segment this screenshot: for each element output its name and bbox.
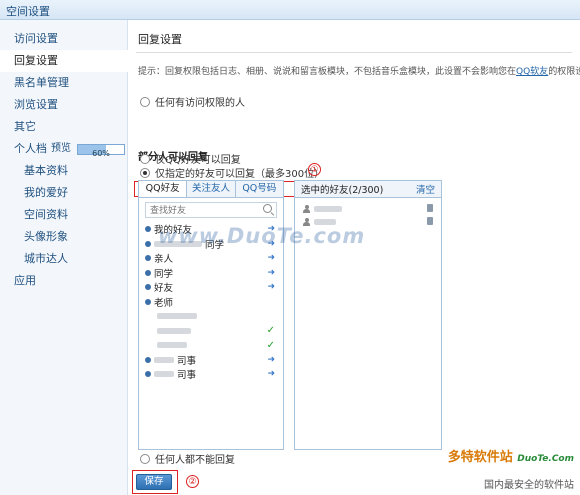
window-title: 空间设置 — [0, 0, 580, 20]
group-label: 亲人 — [154, 254, 174, 266]
option-qq-friends[interactable]: 仅QQ好友可以回复 — [140, 151, 241, 166]
group-row[interactable]: 司事 ➜ — [139, 367, 283, 382]
radio-specified[interactable] — [140, 167, 150, 178]
sidebar-item-other[interactable]: 其它 — [0, 116, 127, 138]
marker-2: ② — [186, 475, 199, 488]
profile-progress-bar: 60% — [77, 143, 125, 158]
blurred-name — [154, 356, 174, 363]
main-content: 回复设置 提示：回复权限包括日志、相册、说说和留言板模块，不包括音乐盒模块，此设… — [128, 20, 580, 495]
group-label: 好友 — [154, 283, 174, 295]
brand-name: 多特软件站 — [447, 450, 513, 465]
sidebar-item-access[interactable]: 访问设置 — [0, 28, 127, 50]
title-divider — [136, 52, 572, 53]
group-icon — [145, 356, 151, 363]
add-arrow-icon[interactable]: ➜ — [267, 282, 275, 292]
option-specified-label: 仅指定的好友可以回复（最多300位） — [155, 169, 325, 180]
option-specified[interactable]: 仅指定的好友可以回复（最多300位） — [140, 165, 324, 180]
group-icon — [145, 255, 151, 262]
group-icon — [145, 240, 151, 247]
radio-qq-friends[interactable] — [140, 153, 150, 164]
group-row[interactable]: 司事 ➜ — [139, 353, 283, 368]
tip-text: 提示：回复权限包括日志、相册、说说和留言板模块，不包括音乐盒模块，此设置不会影响… — [138, 64, 580, 77]
option-none[interactable]: 任何人都不能回复 — [140, 451, 235, 466]
group-row[interactable]: 亲人 ➜ — [139, 251, 283, 266]
marker-1: ① — [308, 163, 321, 176]
group-row[interactable]: 好友 ➜ — [139, 280, 283, 295]
trash-icon[interactable] — [427, 204, 433, 212]
friend-row[interactable]: ✓ — [139, 324, 283, 339]
save-button[interactable]: 保存 — [136, 474, 172, 490]
group-row[interactable]: 老师 — [139, 295, 283, 310]
search-icon[interactable] — [263, 204, 272, 213]
add-arrow-icon[interactable]: ➜ — [267, 253, 275, 263]
sidebar-sub-city[interactable]: 城市达人 — [0, 248, 127, 270]
sidebar-item-profile[interactable]: 个人档 预览 60% — [0, 138, 127, 160]
watermark: www.DuoTe.com — [158, 224, 366, 248]
trash-icon[interactable] — [427, 217, 433, 225]
tip-tail: 的权限设置。 — [548, 67, 580, 77]
sidebar-item-blacklist[interactable]: 黑名单管理 — [0, 72, 127, 94]
page-title: 回复设置 — [138, 33, 182, 46]
tip-link[interactable]: QQ软友 — [516, 67, 548, 77]
tab-qq-number[interactable]: QQ号码 — [235, 181, 283, 197]
person-icon — [303, 204, 310, 213]
option-none-label: 任何人都不能回复 — [155, 455, 235, 466]
sidebar-sub-avatar[interactable]: 头像形象 — [0, 226, 127, 248]
blurred-name — [157, 342, 187, 349]
check-icon: ✓ — [266, 325, 275, 337]
option-qq-friends-label: 仅QQ好友可以回复 — [155, 155, 241, 166]
sidebar: 访问设置 回复设置 黑名单管理 浏览设置 其它 个人档 预览 60% 基本资料 … — [0, 20, 128, 495]
group-icon — [145, 269, 151, 276]
sidebar-item-reply[interactable]: 回复设置 — [0, 50, 128, 72]
friend-search-input[interactable] — [146, 205, 264, 217]
selected-row[interactable] — [295, 202, 441, 215]
group-row[interactable]: 同学 ➜ — [139, 266, 283, 281]
blurred-name — [154, 371, 174, 378]
group-icon — [145, 298, 151, 305]
radio-none[interactable] — [140, 453, 150, 464]
brand-site: DuoTe.Com — [517, 454, 574, 464]
check-icon: ✓ — [266, 339, 275, 351]
preview-link[interactable]: 预览 — [51, 138, 71, 160]
friend-search[interactable] — [145, 202, 277, 218]
brand-logo: 多特软件站 DuoTe.Com — [448, 446, 574, 465]
sidebar-sub-space[interactable]: 空间资料 — [0, 204, 127, 226]
group-label: 司事 — [177, 355, 197, 367]
radio-anyone[interactable] — [140, 96, 150, 107]
add-arrow-icon[interactable]: ➜ — [267, 355, 275, 365]
blurred-name — [314, 205, 342, 212]
add-arrow-icon[interactable]: ➜ — [267, 369, 275, 379]
selected-friends-panel: 选中的好友(2/300) 清空 — [294, 180, 442, 450]
clear-button[interactable]: 清空 — [416, 182, 435, 196]
friend-row[interactable] — [139, 309, 283, 324]
group-label: 老师 — [154, 297, 174, 309]
sidebar-sub-hobby[interactable]: 我的爱好 — [0, 182, 127, 204]
add-arrow-icon[interactable]: ➜ — [267, 268, 275, 278]
option-anyone[interactable]: 任何有访问权限的人 — [140, 94, 245, 109]
group-icon — [145, 284, 151, 291]
group-label: 同学 — [154, 268, 174, 280]
profile-label: 个人档 — [14, 142, 47, 155]
friend-row[interactable]: ✓ — [139, 338, 283, 353]
group-label: 司事 — [177, 370, 197, 382]
blurred-name — [157, 327, 191, 334]
friend-list-panel: QQ好友 关注友人 QQ号码 我的好友➜ 同学➜ 亲人➜ 同学➜ 好友➜ 老师 … — [138, 180, 284, 450]
group-icon — [145, 226, 151, 233]
option-anyone-label: 任何有访问权限的人 — [155, 98, 245, 109]
sidebar-item-apps[interactable]: 应用 — [0, 270, 127, 292]
group-icon — [145, 371, 151, 378]
blurred-name — [157, 313, 197, 320]
sidebar-item-browse[interactable]: 浏览设置 — [0, 94, 127, 116]
selected-title: 选中的好友(2/300) — [301, 185, 384, 196]
profile-progress-text: 60% — [92, 148, 110, 158]
tab-qq-friends[interactable]: QQ好友 — [139, 181, 188, 197]
tab-followed[interactable]: 关注友人 — [187, 181, 236, 197]
tip-body: 提示：回复权限包括日志、相册、说说和留言板模块，不包括音乐盒模块，此设置不会影响… — [138, 67, 517, 77]
brand-slogan: 国内最安全的软件站 — [484, 480, 574, 491]
